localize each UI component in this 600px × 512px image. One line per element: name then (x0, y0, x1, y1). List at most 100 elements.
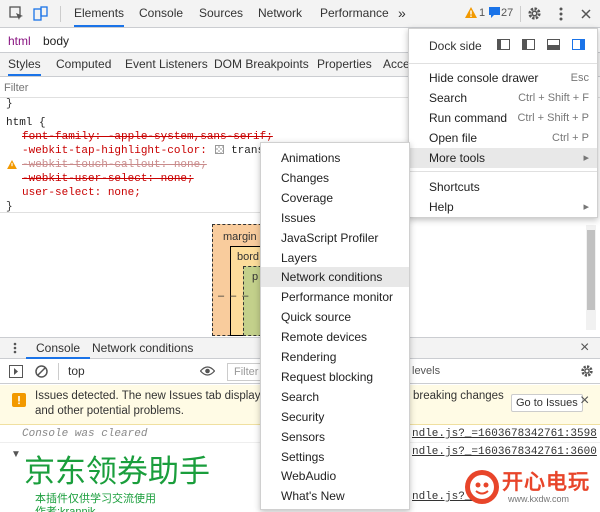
log-source-link-2[interactable]: ndle.js?_=1603678342761:3600 (412, 446, 597, 458)
menu-shortcuts[interactable]: Shortcuts (409, 177, 597, 197)
inspect-element-icon[interactable] (8, 5, 25, 22)
rule-tap-highlight-prop: -webkit-tap-highlight-color: (22, 145, 207, 157)
sidebar-toggle-icon[interactable] (9, 365, 23, 381)
tab-elements[interactable]: Elements (74, 0, 125, 27)
console-cleared-message: Console was cleared (22, 428, 148, 440)
log-levels-select[interactable]: levels (412, 365, 440, 377)
kebab-menu-icon[interactable] (13, 342, 17, 357)
drawer-close-icon[interactable]: × (580, 338, 589, 358)
context-select[interactable]: top (68, 364, 85, 378)
styles-scrollbar[interactable] (586, 225, 596, 330)
more-tabs-button[interactable]: » (398, 0, 406, 27)
watermark-text: 开心电玩 (502, 470, 590, 494)
tab-performance[interactable]: Performance (320, 0, 389, 27)
dock-right-icon[interactable] (572, 39, 585, 50)
tab-sources[interactable]: Sources (199, 0, 243, 27)
border-label: bord (237, 251, 260, 263)
color-swatch-icon[interactable] (215, 145, 225, 154)
warning-icon[interactable] (465, 7, 477, 21)
tab-console[interactable]: Console (139, 0, 183, 27)
expand-triangle-icon[interactable]: ▼ (11, 449, 21, 460)
breadcrumb-body[interactable]: body (43, 34, 69, 48)
devtools-main-menu: Dock side Hide console drawer Esc Search C… (408, 28, 598, 218)
warning-icon (12, 393, 26, 410)
rule-user-select[interactable]: user-select: none; (22, 187, 141, 199)
more-tools-item-remote-devices[interactable]: Remote devices (261, 327, 409, 347)
drawer-tab-console[interactable]: Console (26, 338, 91, 359)
message-count: 27 (501, 7, 514, 19)
more-tools-item-what-s-new[interactable]: What's New (261, 486, 409, 506)
tab-event-listeners[interactable]: Event Listeners (125, 53, 208, 76)
tab-dom-breakpoints[interactable]: DOM Breakpoints (214, 53, 309, 76)
rule-close-brace-top: } (6, 98, 13, 110)
go-to-issues-button[interactable]: Go to Issues (511, 394, 583, 412)
gear-icon[interactable] (580, 364, 594, 381)
devtools-toolbar: Elements Console Sources Network Perform… (0, 0, 600, 28)
drawer-tab-network-conditions[interactable]: Network conditions (92, 338, 193, 359)
console-filter-input[interactable]: Filter (227, 363, 262, 381)
more-tools-item-network-conditions[interactable]: Network conditions (261, 267, 409, 288)
rule-user-select-text: user-select: none; (22, 187, 141, 199)
more-tools-item-security[interactable]: Security (261, 407, 409, 427)
site-watermark-logo: 开心电玩 www.kxdw.com (462, 462, 596, 510)
message-icon[interactable] (489, 7, 500, 21)
more-tools-item-changes[interactable]: Changes (261, 168, 409, 188)
log-line-2: 作者:krannik (35, 506, 96, 512)
more-tools-item-rendering[interactable]: Rendering (261, 347, 409, 367)
styles-filter-input[interactable] (4, 80, 304, 96)
more-tools-item-animations[interactable]: Animations (261, 148, 409, 168)
more-tools-item-layers[interactable]: Layers (261, 248, 409, 268)
dock-undock-icon[interactable] (497, 39, 510, 50)
more-tools-submenu: Animations Changes Coverage Issues JavaScrip… (260, 142, 410, 510)
tab-computed[interactable]: Computed (56, 53, 111, 76)
dock-side-label: Dock side (429, 39, 482, 53)
menu-help[interactable]: Help ▸ (409, 197, 597, 217)
issues-message-tail: breaking changes (413, 390, 504, 402)
menu-more-tools[interactable]: More tools ▸ (409, 148, 597, 168)
more-tools-item-issues[interactable]: Issues (261, 208, 409, 228)
more-tools-item-request-blocking[interactable]: Request blocking (261, 367, 409, 387)
warning-icon (7, 158, 17, 172)
rule-font-family[interactable]: font-family: -apple-system,sans-serif; (22, 131, 273, 143)
dock-left-icon[interactable] (522, 39, 535, 50)
more-tools-item-settings[interactable]: Settings (261, 447, 409, 467)
close-icon[interactable] (577, 5, 594, 22)
log-big-title: 京东领券助手 (24, 454, 210, 490)
kebab-menu-icon[interactable] (552, 5, 569, 22)
tab-network[interactable]: Network (258, 0, 302, 27)
more-tools-item-search[interactable]: Search (261, 387, 409, 407)
menu-open-file[interactable]: Open file Ctrl + P (409, 128, 597, 148)
eye-icon[interactable] (199, 365, 216, 379)
menu-hide-console-drawer[interactable]: Hide console drawer Esc (409, 68, 597, 88)
rule-tap-highlight[interactable]: -webkit-tap-highlight-color: transpare (22, 145, 290, 157)
margin-label: margin (223, 231, 257, 243)
box-model-dashes: ––– (218, 290, 255, 302)
tab-styles[interactable]: Styles (8, 53, 41, 76)
warning-count: 1 (479, 7, 486, 19)
log-source-link-1[interactable]: ndle.js?_=1603678342761:3598 (412, 428, 597, 440)
more-tools-item-webaudio[interactable]: WebAudio (261, 466, 409, 486)
watermark-url: www.kxdw.com (508, 494, 570, 504)
rule-webkit-user-select[interactable]: -webkit-user-select: none; (22, 173, 194, 185)
rule-selector: html { (6, 117, 46, 129)
rule-touch-callout[interactable]: -webkit-touch-callout: none; (22, 159, 207, 171)
scrollbar-thumb[interactable] (587, 230, 595, 310)
more-tools-item-javascript-profiler[interactable]: JavaScript Profiler (261, 228, 409, 248)
more-tools-item-quick-source[interactable]: Quick source (261, 307, 409, 327)
menu-search[interactable]: Search Ctrl + Shift + F (409, 88, 597, 108)
clear-console-icon[interactable] (35, 365, 48, 381)
issues-close-icon[interactable]: × (580, 392, 589, 410)
breadcrumb-html[interactable]: html (8, 34, 31, 48)
device-toolbar-icon[interactable] (32, 5, 49, 22)
more-tools-item-coverage[interactable]: Coverage (261, 188, 409, 208)
issues-message-line1: Issues detected. The new Issues tab disp… (35, 390, 279, 402)
tab-properties[interactable]: Properties (317, 53, 372, 76)
issues-message-line2: and other potential problems. (35, 405, 184, 417)
dock-bottom-icon[interactable] (547, 39, 560, 50)
tab-accessibility[interactable]: Acce (383, 53, 410, 76)
menu-run-command[interactable]: Run command Ctrl + Shift + P (409, 108, 597, 128)
more-tools-item-performance-monitor[interactable]: Performance monitor (261, 287, 409, 307)
gear-icon[interactable] (526, 5, 543, 22)
more-tools-item-sensors[interactable]: Sensors (261, 427, 409, 447)
padding-label: p (252, 271, 259, 283)
